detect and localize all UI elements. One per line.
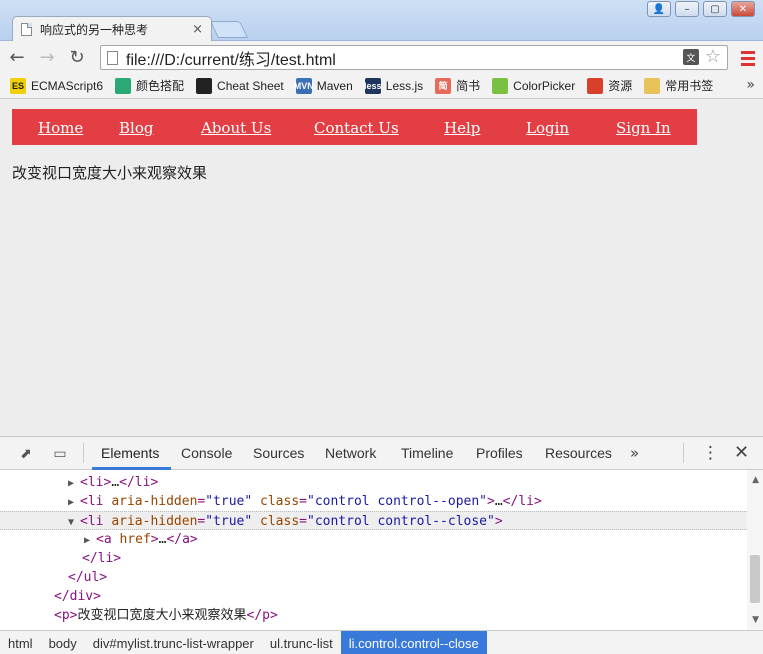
- bookmark-item[interactable]: 常用书签: [644, 77, 713, 94]
- nav-link-about-us[interactable]: About Us: [201, 119, 271, 137]
- maven-icon: MVN: [294, 77, 314, 94]
- bookmark-label: 常用书签: [665, 79, 714, 93]
- github-icon: [196, 77, 213, 94]
- dom-node-a[interactable]: ▶ <a href>…</a>: [0, 530, 747, 549]
- url-text[interactable]: file:///D:/current/练习/test.html: [126, 46, 336, 70]
- bookmark-item[interactable]: 简简书: [435, 77, 480, 94]
- reload-icon[interactable]: ↻: [64, 44, 90, 70]
- scroll-down-icon[interactable]: ▼: [752, 615, 759, 625]
- page-icon: [107, 50, 118, 65]
- tab-console[interactable]: Console: [181, 445, 232, 461]
- minimize-button[interactable]: –: [675, 1, 699, 17]
- bookmark-label: 简书: [456, 79, 481, 93]
- bookmark-label: ColorPicker: [513, 78, 576, 93]
- less-icon: less: [364, 77, 382, 94]
- bookmark-item[interactable]: 颜色搭配: [115, 77, 184, 94]
- browser-toolbar: ← → ↻ file:///D:/current/练习/test.html 文 …: [0, 41, 763, 73]
- breadcrumb-item[interactable]: li.control.control--close: [340, 631, 487, 654]
- inspect-element-icon[interactable]: ⬈: [16, 444, 36, 464]
- window-titlebar: 响应式的另一种思考 × 👤 – ▢ ✕: [0, 0, 763, 42]
- nav-link-sign-in[interactable]: Sign In: [616, 119, 671, 137]
- scrollbar-thumb[interactable]: [750, 555, 760, 603]
- dom-node-li[interactable]: ▶ <li>…</li>: [0, 473, 747, 492]
- devtools-tabbar: ⬈ ▭ Elements Console Sources Network Tim…: [0, 437, 763, 470]
- kebab-menu-icon[interactable]: ⋮: [702, 443, 719, 463]
- bookmark-label: Maven: [316, 78, 353, 93]
- es-icon: ES: [10, 77, 26, 94]
- breadcrumb-item[interactable]: html: [0, 631, 41, 654]
- address-bar[interactable]: file:///D:/current/练习/test.html 文 ☆: [100, 45, 728, 70]
- folder-icon: [644, 77, 661, 94]
- tab-resources[interactable]: Resources: [545, 445, 612, 461]
- page-paragraph: 改变视口宽度大小来观察效果: [12, 164, 208, 182]
- resource-icon: [587, 77, 604, 94]
- toolbar-divider: [683, 443, 684, 463]
- window-controls: 👤 – ▢ ✕: [647, 1, 755, 17]
- jianshu-icon: 简: [435, 77, 452, 94]
- nav-link-blog[interactable]: Blog: [119, 119, 153, 137]
- dom-node-li-open[interactable]: ▶ <li aria-hidden="true" class="control c…: [0, 492, 747, 511]
- bookmark-label: Cheat Sheet: [217, 78, 284, 93]
- bookmark-item[interactable]: Cheat Sheet: [196, 77, 284, 94]
- breadcrumb: html body div#mylist.trunc-list-wrapper ul.…: [0, 630, 763, 654]
- expand-arrow-icon[interactable]: ▶: [68, 474, 80, 493]
- profile-button[interactable]: 👤: [647, 1, 671, 17]
- tab-network[interactable]: Network: [325, 445, 376, 461]
- expand-arrow-icon[interactable]: ▶: [68, 493, 80, 512]
- forward-arrow-icon[interactable]: →: [34, 44, 60, 70]
- breadcrumb-item[interactable]: div#mylist.trunc-list-wrapper: [85, 631, 262, 654]
- bookmark-item[interactable]: less Less.js: [364, 77, 424, 94]
- tab-close-icon[interactable]: ×: [192, 22, 203, 37]
- bookmark-label: 资源: [608, 79, 633, 93]
- nav-link-help[interactable]: Help: [444, 119, 480, 137]
- close-devtools-icon[interactable]: ✕: [734, 442, 749, 463]
- tab-title: 响应式的另一种思考: [40, 23, 149, 37]
- new-tab-button[interactable]: [210, 21, 248, 38]
- tab-sources[interactable]: Sources: [253, 445, 304, 461]
- bookmarks-overflow-icon[interactable]: »: [746, 77, 755, 93]
- bookmark-label: 颜色搭配: [136, 79, 185, 93]
- tab-elements[interactable]: Elements: [101, 445, 159, 461]
- nav-link-home[interactable]: Home: [38, 119, 83, 137]
- page-viewport: Home Blog About Us Contact Us Help Login Sign …: [0, 100, 763, 436]
- bookmark-label: ECMAScript6: [31, 78, 104, 93]
- bookmark-item[interactable]: 资源: [587, 77, 632, 94]
- dom-close-div[interactable]: </div>: [0, 587, 747, 606]
- nav-link-contact-us[interactable]: Contact Us: [314, 119, 399, 137]
- toolbar-divider: [83, 443, 84, 463]
- page-icon: [21, 23, 32, 36]
- back-arrow-icon[interactable]: ←: [4, 44, 30, 70]
- dom-node-li-close-selected[interactable]: ▼ <li aria-hidden="true" class="control c…: [0, 511, 747, 530]
- bookmarks-bar: ES ECMAScript6 颜色搭配 Cheat Sheet MVN Maven less…: [0, 73, 763, 99]
- nav-link-login[interactable]: Login: [526, 119, 569, 137]
- scroll-up-icon[interactable]: ▲: [752, 475, 759, 485]
- tab-profiles[interactable]: Profiles: [476, 445, 523, 461]
- breadcrumb-item[interactable]: ul.trunc-list: [262, 631, 341, 654]
- translate-icon[interactable]: 文: [682, 49, 699, 65]
- more-tabs-icon[interactable]: »: [630, 444, 639, 462]
- dom-close-ul[interactable]: </ul>: [0, 568, 747, 587]
- tab-timeline[interactable]: Timeline: [401, 445, 453, 461]
- bookmark-item[interactable]: ColorPicker: [492, 77, 576, 94]
- expand-arrow-icon[interactable]: ▶: [84, 531, 96, 550]
- breadcrumb-item[interactable]: body: [41, 631, 85, 654]
- bookmark-item[interactable]: ES ECMAScript6: [10, 77, 104, 94]
- devtools-panel: ⬈ ▭ Elements Console Sources Network Tim…: [0, 436, 763, 654]
- colorpicker-icon: [492, 77, 509, 94]
- leaf-icon: [115, 77, 132, 94]
- maximize-button[interactable]: ▢: [703, 1, 727, 17]
- bookmark-item[interactable]: MVN Maven: [294, 77, 353, 94]
- chrome-menu-icon[interactable]: [741, 51, 755, 69]
- browser-tab[interactable]: 响应式的另一种思考 ×: [12, 16, 212, 42]
- device-mode-icon[interactable]: ▭: [50, 444, 70, 464]
- dom-scrollbar[interactable]: [747, 470, 763, 630]
- star-icon[interactable]: ☆: [705, 48, 721, 66]
- site-nav: Home Blog About Us Contact Us Help Login Sign …: [12, 109, 697, 145]
- bookmark-label: Less.js: [385, 78, 424, 93]
- dom-tree: ▶ <li>…</li> ▶ <li aria-hidden="true" clas…: [0, 470, 747, 630]
- dom-node-p[interactable]: <p>改变视口宽度大小来观察效果</p>: [0, 606, 747, 625]
- dom-close-li[interactable]: </li>: [0, 549, 747, 568]
- close-window-button[interactable]: ✕: [731, 1, 755, 17]
